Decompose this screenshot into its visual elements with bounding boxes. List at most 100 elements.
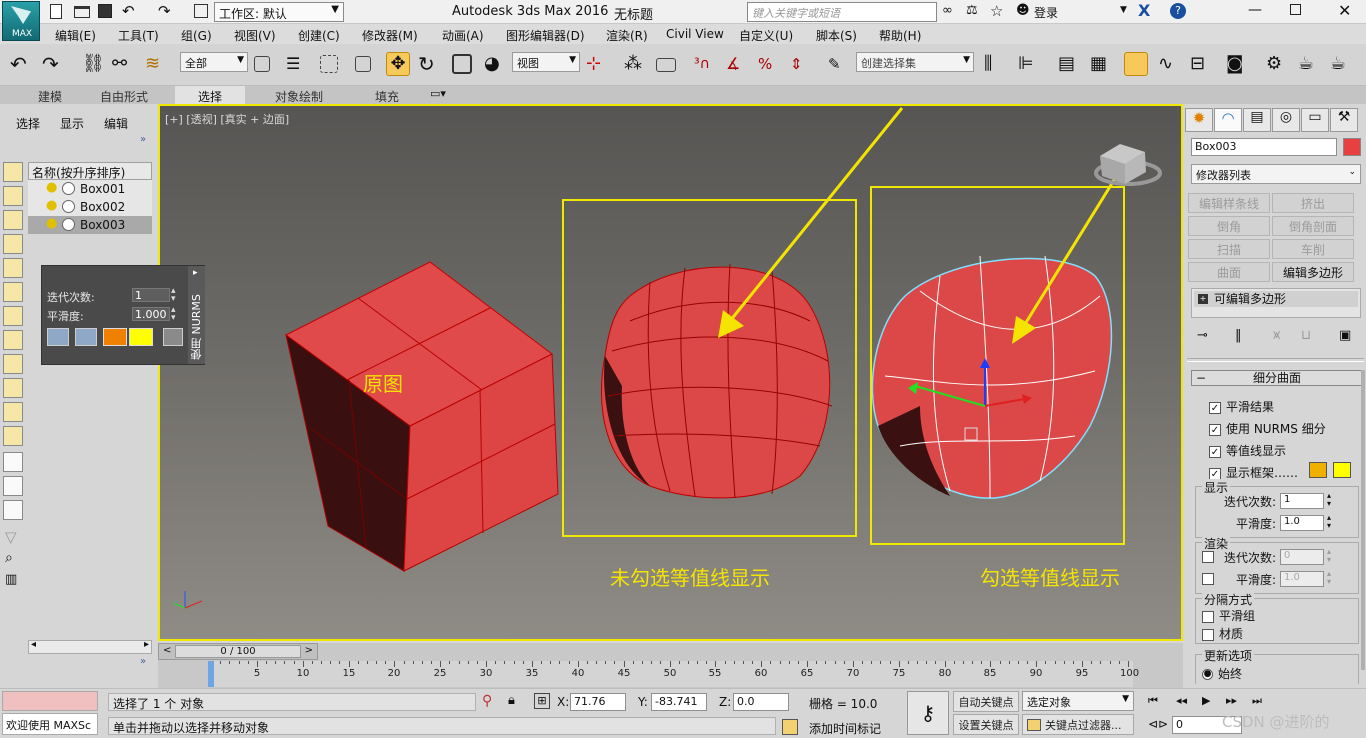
display-xrefs-icon[interactable] xyxy=(3,330,23,350)
update-always-radio[interactable]: ● 始终 xyxy=(1202,665,1242,682)
menu-edit[interactable]: 编辑(E) xyxy=(55,27,96,44)
snap-toggle-icon[interactable]: ³∩ xyxy=(694,52,718,76)
workspace-dropdown[interactable]: 工作区: 默认 ▼ xyxy=(214,2,344,22)
cage-color-1[interactable] xyxy=(1309,462,1327,478)
smoothness-spinner[interactable]: 1.000 xyxy=(132,307,170,321)
toggle-ribbon-icon[interactable]: ▦ xyxy=(1090,52,1114,76)
place-icon[interactable]: ◕ xyxy=(484,52,508,76)
binoculars-icon[interactable]: ∞ xyxy=(942,3,953,18)
expand-arrow-icon[interactable]: ▸ xyxy=(193,268,198,278)
cage-color-2[interactable] xyxy=(129,328,153,346)
edit-named-selection-icon[interactable]: ✎ xyxy=(828,52,852,76)
schematic-view-icon[interactable]: ⊟ xyxy=(1190,52,1214,76)
light-bulb-icon[interactable]: ● xyxy=(46,198,57,213)
menu-scripting[interactable]: 脚本(S) xyxy=(816,27,857,44)
render-smoothness-field[interactable]: 1.0 xyxy=(1280,571,1324,587)
scene-explorer-icon[interactable] xyxy=(1124,52,1148,76)
select-by-name-icon[interactable]: ☰ xyxy=(286,52,310,76)
display-none-icon[interactable] xyxy=(3,476,23,496)
keyboard-shortcut-icon[interactable] xyxy=(656,58,676,72)
smoothness-spin-icon[interactable]: ▴ ▾ xyxy=(171,306,176,323)
display-invert-icon[interactable] xyxy=(3,500,23,520)
reference-coordinate-dropdown[interactable]: 视图 ▼ xyxy=(512,52,580,72)
undo-icon[interactable]: ↶ xyxy=(122,2,135,20)
ribbon-tab-object-paint[interactable]: 对象绘制 xyxy=(275,88,323,105)
explorer-tab-display[interactable]: 显示 xyxy=(60,115,84,132)
freeze-icon[interactable] xyxy=(62,200,75,213)
select-and-scale-icon[interactable] xyxy=(452,54,472,74)
freeze-icon[interactable] xyxy=(62,218,75,231)
freeze-icon[interactable] xyxy=(62,182,75,195)
current-frame-marker[interactable] xyxy=(208,661,214,687)
sweep-button[interactable]: 扫描 xyxy=(1188,239,1270,259)
open-file-icon[interactable] xyxy=(74,6,90,18)
find-icon[interactable]: ⌕ xyxy=(5,550,13,566)
rollout-header[interactable]: − 细分曲面 xyxy=(1191,370,1363,386)
layer-icon[interactable]: ▥ xyxy=(5,572,17,587)
menu-animation[interactable]: 动画(A) xyxy=(442,27,484,44)
menu-views[interactable]: 视图(V) xyxy=(234,27,276,44)
use-nurms-checkbox[interactable]: ✓ 使用 NURMS 细分 xyxy=(1209,420,1326,437)
object-name-field[interactable]: Box003 xyxy=(1191,138,1337,156)
menu-rendering[interactable]: 渲染(R) xyxy=(606,27,648,44)
create-tab-icon[interactable]: ✹ xyxy=(1185,108,1213,132)
smoothed-box-isoline[interactable] xyxy=(871,255,1113,499)
material-editor-icon[interactable]: ◙ xyxy=(1226,52,1250,76)
layer-explorer-icon[interactable]: ▤ xyxy=(1058,52,1082,76)
render-production-icon[interactable]: ☕ xyxy=(1330,52,1354,76)
filter-funnel-icon[interactable]: ▽ xyxy=(5,528,17,546)
extrude-button[interactable]: 挤出 xyxy=(1272,193,1354,213)
edit-spline-button[interactable]: 编辑样条线 xyxy=(1188,193,1270,213)
display-all-icon[interactable] xyxy=(3,452,23,472)
light-bulb-icon[interactable]: ● xyxy=(46,180,57,195)
menu-create[interactable]: 创建(C) xyxy=(298,27,340,44)
time-prev-icon[interactable]: < xyxy=(163,645,171,656)
search-input[interactable]: 键入关键字或短语 xyxy=(747,2,937,22)
display-geometry-icon[interactable] xyxy=(3,162,23,182)
menu-tools[interactable]: 工具(T) xyxy=(118,27,159,44)
render-setup-icon[interactable]: ⚙ xyxy=(1266,52,1290,76)
perspective-viewport[interactable]: [+] [透视] [真实 + 边面] 原图 未勾选等值线显示 勾选等值线显示 xyxy=(158,104,1183,641)
show-end-result-icon[interactable]: ‖ xyxy=(1235,328,1242,343)
curve-editor-icon[interactable]: ∿ xyxy=(1158,52,1182,76)
link-icon[interactable]: ⛓ xyxy=(82,52,106,76)
time-slider-thumb[interactable]: 0 / 100 xyxy=(175,645,301,658)
isoline-toggle-icon[interactable] xyxy=(47,328,69,346)
previous-frame-icon[interactable]: ◂◂ xyxy=(1176,694,1187,707)
column-header[interactable]: 名称(按升序排序) xyxy=(28,162,152,180)
absolute-mode-icon[interactable]: ⊞ xyxy=(534,693,550,709)
object-row[interactable]: ● Box001 xyxy=(28,180,152,198)
lathe-button[interactable]: 车削 xyxy=(1272,239,1354,259)
x-coordinate-field[interactable]: 71.76 xyxy=(570,693,626,711)
bevel-button[interactable]: 倒角 xyxy=(1188,216,1270,236)
add-time-tag-label[interactable]: 添加时间标记 xyxy=(809,720,881,737)
undo-icon[interactable]: ↶ xyxy=(10,52,34,76)
project-folder-icon[interactable] xyxy=(194,4,208,18)
display-tab-icon[interactable]: ▭ xyxy=(1301,108,1329,132)
menu-civil-view[interactable]: Civil View xyxy=(666,27,724,41)
display-bones-icon[interactable] xyxy=(3,354,23,374)
key-filters-button[interactable]: 关键点过滤器... xyxy=(1022,714,1134,735)
time-next-icon[interactable]: > xyxy=(305,645,313,656)
iterations-spin-icon[interactable]: ▴ ▾ xyxy=(171,287,176,304)
login-link[interactable]: 登录 xyxy=(1034,4,1058,21)
render-smoothness-checkbox[interactable] xyxy=(1202,573,1214,585)
smoothed-box-no-isoline[interactable] xyxy=(600,263,833,499)
surface-button[interactable]: 曲面 xyxy=(1188,262,1270,282)
ribbon-tab-populate[interactable]: 填充 xyxy=(375,88,399,105)
collapse-chevron-icon[interactable]: » xyxy=(140,656,146,667)
set-key-icon[interactable]: ⚷ xyxy=(907,691,949,735)
display-smoothness-field[interactable]: 1.0 xyxy=(1280,515,1324,531)
scroll-right-icon[interactable]: ▸ xyxy=(144,639,149,650)
ribbon-tab-freeform[interactable]: 自由形式 xyxy=(100,88,148,105)
utilities-tab-icon[interactable]: ⚒ xyxy=(1330,108,1358,132)
close-icon[interactable]: ✕ xyxy=(1338,1,1351,20)
select-manipulate-icon[interactable]: ⁂ xyxy=(624,52,648,76)
cage-color-1[interactable] xyxy=(103,328,127,346)
edit-poly-button[interactable]: 编辑多边形 xyxy=(1272,262,1354,282)
pin-stack-icon[interactable]: ⊸ xyxy=(1197,328,1208,343)
menu-group[interactable]: 组(G) xyxy=(181,27,212,44)
display-hidden-icon[interactable] xyxy=(3,426,23,446)
selection-lock-icon[interactable]: 🔒︎ xyxy=(508,693,515,708)
add-time-tag-icon[interactable] xyxy=(782,719,798,735)
